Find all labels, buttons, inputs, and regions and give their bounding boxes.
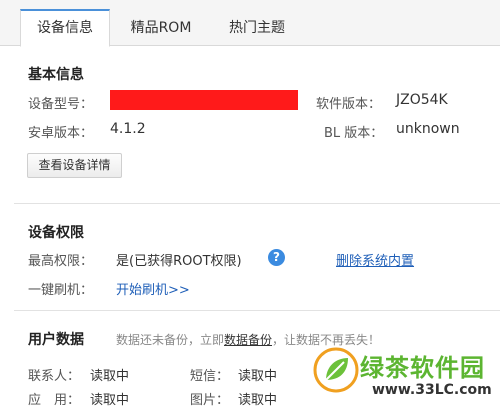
photos-value: 读取中 [238,393,278,408]
root-permission-label: 最高权限： [28,254,94,269]
divider [14,203,500,204]
divider [14,310,500,311]
backup-link[interactable]: 数据备份 [224,333,272,347]
help-icon[interactable]: ? [268,249,285,266]
software-version-label: 软件版本： [316,97,382,112]
start-flash-link[interactable]: 开始刷机>> [116,279,190,298]
view-device-details-button[interactable]: 查看设备详情 [27,153,122,178]
one-click-flash-label: 一键刷机： [28,283,94,298]
device-permissions-title: 设备权限 [28,225,84,241]
root-permission-value: 是(已获得ROOT权限) [116,254,242,269]
backup-note-suffix: ，让数据不再丢失！ [272,333,381,347]
bl-version-label: BL 版本： [324,126,384,141]
apps-value: 读取中 [90,393,130,408]
contacts-label: 联系人： [28,369,81,384]
tab-bar: 设备信息 精品ROM 热门主题 [0,0,500,47]
bl-version-value: unknown [396,121,460,137]
watermark-leaf-icon [313,347,359,393]
remove-system-apps-link[interactable]: 删除系统内置 [336,250,414,269]
sms-value: 读取中 [238,369,278,384]
sms-label: 短信： [190,369,230,384]
contacts-value: 读取中 [90,369,130,384]
watermark-url: www.33LC.com [372,382,492,398]
model-label: 设备型号： [28,97,94,112]
backup-note-prefix: 数据还未备份，立即 [116,333,225,347]
tab-featured-rom[interactable]: 精品ROM [116,10,206,46]
basic-info-title: 基本信息 [28,67,84,83]
software-version-value: JZO54K [396,92,448,108]
android-version-value: 4.1.2 [110,121,146,137]
apps-label: 应 用： [28,393,81,408]
tab-hot-themes[interactable]: 热门主题 [212,10,302,46]
watermark-name: 绿茶软件园 [360,354,485,382]
tab-device-info[interactable]: 设备信息 [20,9,110,47]
android-version-label: 安卓版本： [28,126,94,141]
photos-label: 图片： [190,393,230,408]
redacted-model-value [110,90,298,110]
user-data-title: 用户数据 [28,332,84,348]
